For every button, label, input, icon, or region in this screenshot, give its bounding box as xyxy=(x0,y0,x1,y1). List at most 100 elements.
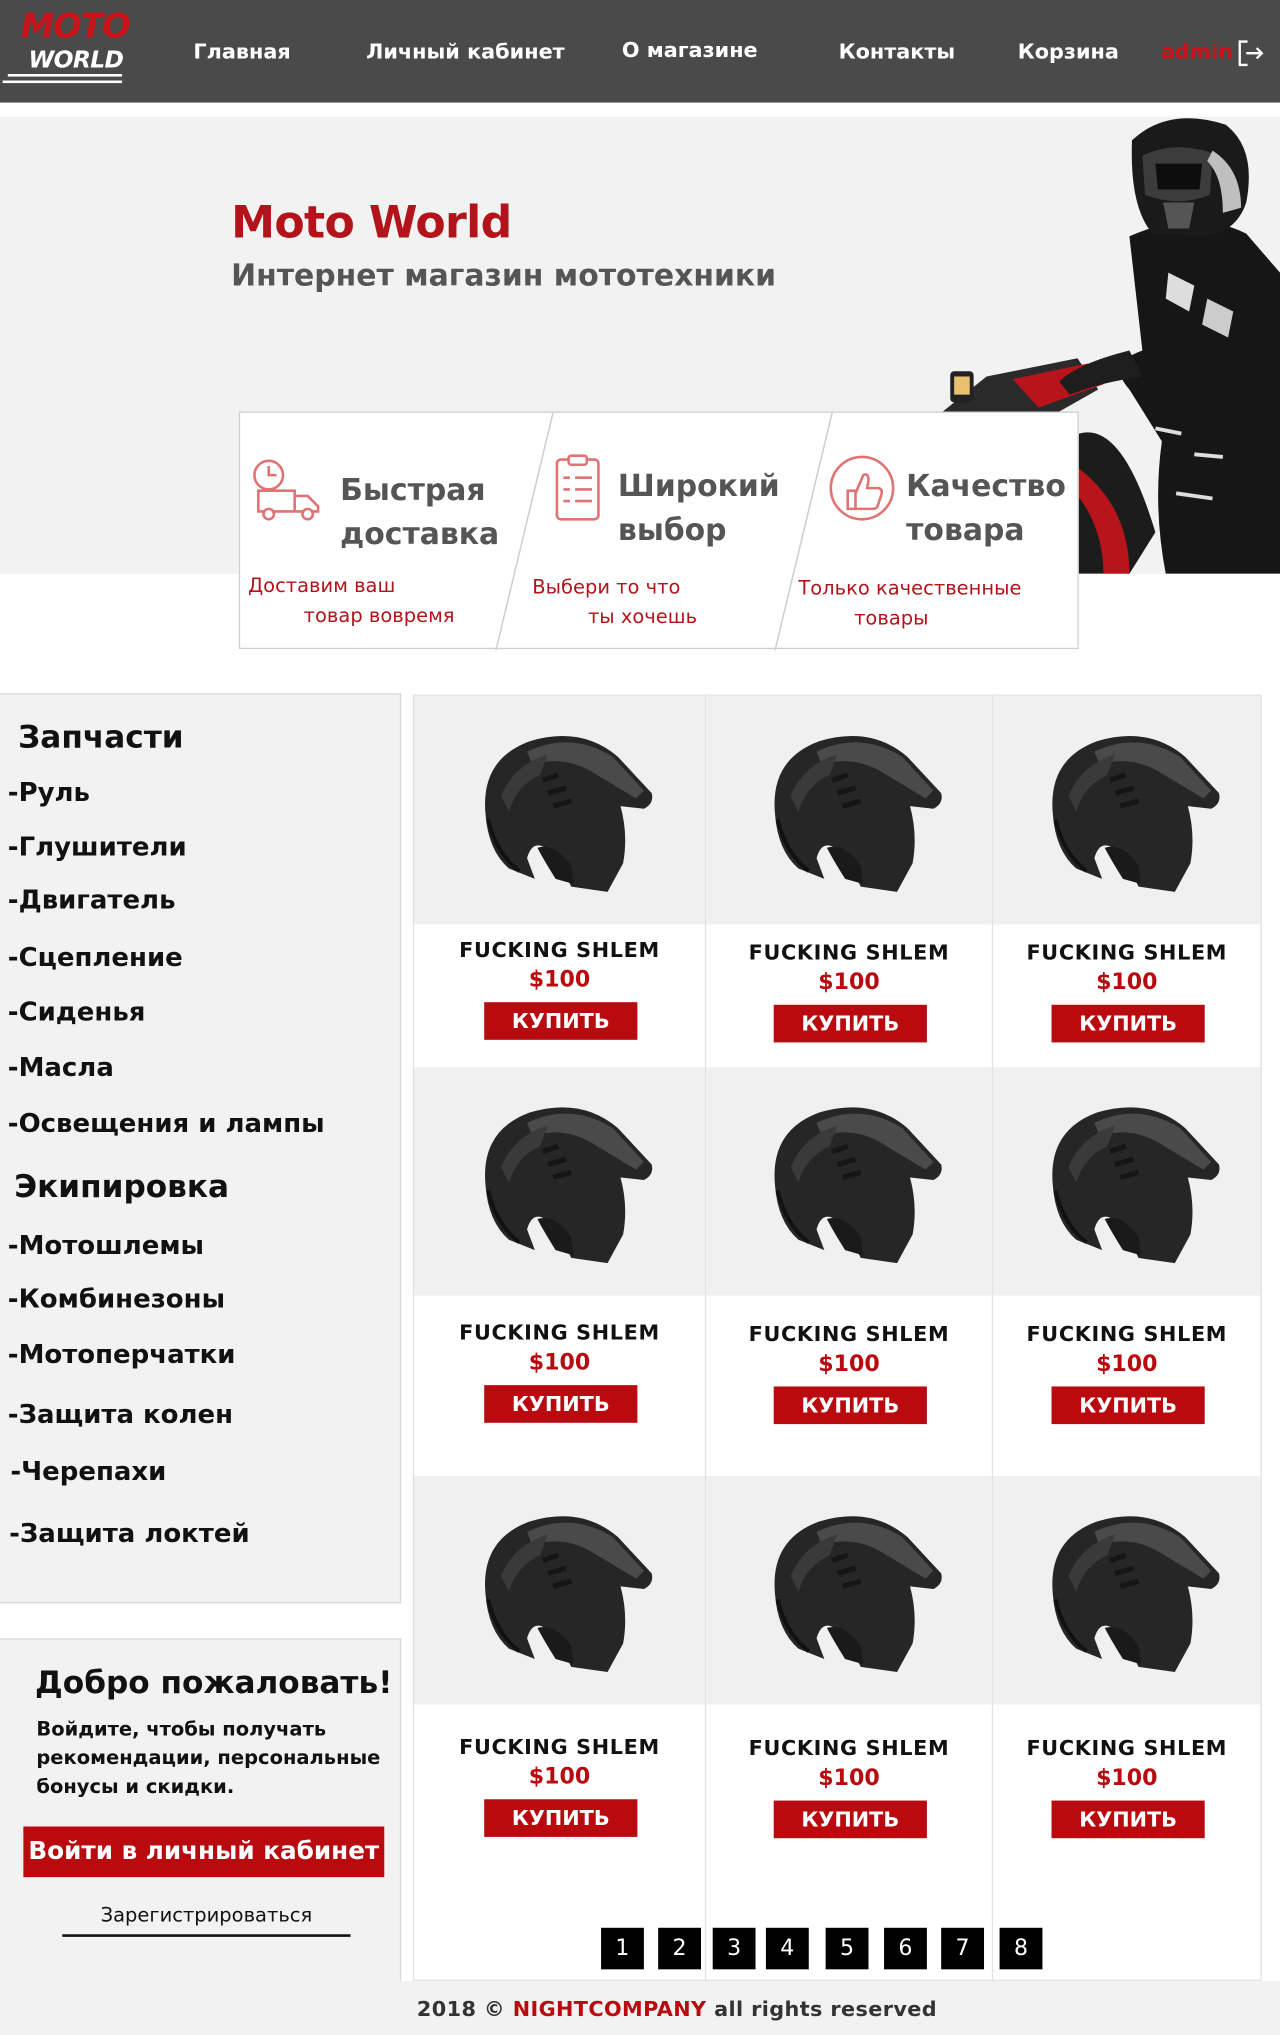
checklist-icon xyxy=(555,454,600,521)
logo-text-top: MOTO xyxy=(20,7,131,47)
product-price: $100 xyxy=(528,967,591,994)
product-card[interactable]: FUCKING SHLEM $100 КУПИТЬ xyxy=(414,1476,705,1980)
product-card[interactable]: FUCKING SHLEM $100 КУПИТЬ xyxy=(706,695,992,1067)
welcome-text: Войдите, чтобы получать рекомендации, пе… xyxy=(36,1717,381,1798)
page-button[interactable]: 1 xyxy=(601,1927,644,1970)
product-card[interactable]: FUCKING SHLEM $100 КУПИТЬ xyxy=(706,1067,992,1475)
helmet-icon xyxy=(752,1503,947,1677)
category-item[interactable]: -Защита колен xyxy=(8,1398,233,1429)
product-price: $100 xyxy=(1096,969,1158,996)
product-name: FUCKING SHLEM xyxy=(748,1321,950,1347)
category-item[interactable]: -Глушители xyxy=(8,831,187,862)
feature-description: Выбери то что ты хочешь xyxy=(532,575,698,629)
logo-stripe xyxy=(7,73,123,77)
product-name: FUCKING SHLEM xyxy=(459,937,660,962)
product-card[interactable]: FUCKING SHLEM $100 КУПИТЬ xyxy=(414,695,705,1067)
product-image[interactable] xyxy=(414,1476,705,1705)
product-image[interactable] xyxy=(706,695,992,925)
category-heading: Экипировка xyxy=(14,1168,230,1205)
product-card[interactable]: FUCKING SHLEM $100 КУПИТЬ xyxy=(993,1476,1261,1980)
buy-button[interactable]: КУПИТЬ xyxy=(773,1004,927,1043)
product-card[interactable]: FUCKING SHLEM $100 КУПИТЬ xyxy=(414,1067,705,1475)
page-button[interactable]: 3 xyxy=(712,1927,756,1970)
buy-button[interactable]: КУПИТЬ xyxy=(1051,1800,1205,1839)
logout-icon[interactable] xyxy=(1235,38,1266,69)
product-price: $100 xyxy=(1096,1351,1158,1378)
login-button[interactable]: Войти в личный кабинет xyxy=(23,1826,385,1878)
helmet-icon xyxy=(1029,1094,1224,1268)
features-panel: Быстрая доставка Доставим ваш товар вовр… xyxy=(238,411,1079,651)
category-item[interactable]: -Защита локтей xyxy=(9,1518,250,1549)
product-price: $100 xyxy=(818,1765,880,1792)
page-button[interactable]: 7 xyxy=(941,1927,985,1970)
category-item[interactable]: -Сцепление xyxy=(8,941,183,972)
logo-text-bottom: WORLD xyxy=(28,46,124,74)
product-image[interactable] xyxy=(414,695,705,925)
feature-title: Качество товара xyxy=(906,469,1066,548)
product-card[interactable]: FUCKING SHLEM $100 КУПИТЬ xyxy=(706,1476,992,1980)
nav-cart[interactable]: Корзина xyxy=(1018,39,1119,64)
page-button[interactable]: 8 xyxy=(999,1927,1043,1970)
page-button[interactable]: 2 xyxy=(658,1927,702,1970)
nav-home[interactable]: Главная xyxy=(193,39,290,64)
helmet-icon xyxy=(462,1503,657,1677)
category-item[interactable]: -Черепахи xyxy=(10,1455,166,1486)
helmet-icon xyxy=(1029,723,1224,897)
welcome-title: Добро пожаловать! xyxy=(35,1664,393,1701)
helmet-icon xyxy=(752,1094,947,1268)
product-price: $100 xyxy=(528,1764,591,1791)
product-image[interactable] xyxy=(993,1476,1261,1705)
product-card[interactable]: FUCKING SHLEM $100 КУПИТЬ xyxy=(993,1067,1261,1475)
product-price: $100 xyxy=(818,1351,880,1378)
category-item[interactable]: -Руль xyxy=(8,776,90,807)
product-image[interactable] xyxy=(706,1067,992,1296)
buy-button[interactable]: КУПИТЬ xyxy=(484,1799,638,1837)
page-button[interactable]: 6 xyxy=(884,1927,927,1970)
user-name[interactable]: admin xyxy=(1161,39,1233,64)
buy-button[interactable]: КУПИТЬ xyxy=(773,1800,927,1839)
delivery-truck-icon xyxy=(253,459,320,521)
product-image[interactable] xyxy=(706,1476,992,1705)
page-button[interactable]: 4 xyxy=(765,1927,809,1970)
category-item[interactable]: -Двигатель xyxy=(8,884,176,915)
product-price: $100 xyxy=(1096,1765,1158,1792)
thumbs-up-icon xyxy=(829,455,895,521)
hero-subtitle: Интернет магазин мототехники xyxy=(231,259,777,294)
category-item[interactable]: -Освещения и лампы xyxy=(8,1107,325,1138)
helmet-icon xyxy=(462,723,657,897)
site-logo[interactable]: MOTO WORLD xyxy=(2,8,131,91)
feature-title: Широкий выбор xyxy=(617,469,780,548)
product-name: FUCKING SHLEM xyxy=(1026,1321,1228,1347)
feature-title: Быстрая доставка xyxy=(340,473,500,552)
footer-company-link[interactable]: NIGHTCOMPANY xyxy=(513,1997,707,2022)
nav-account[interactable]: Личный кабинет xyxy=(366,39,565,64)
footer-rights: all rights reserved xyxy=(714,1996,938,2022)
product-price: $100 xyxy=(818,969,880,996)
category-item[interactable]: -Масла xyxy=(8,1052,114,1083)
buy-button[interactable]: КУПИТЬ xyxy=(484,1385,638,1423)
register-link[interactable]: Зарегистрироваться xyxy=(62,1903,351,1937)
product-name: FUCKING SHLEM xyxy=(1026,1735,1228,1761)
feature-description: Только качественные товары xyxy=(798,576,1022,630)
nav-about[interactable]: О магазине xyxy=(622,38,758,63)
product-image[interactable] xyxy=(993,695,1261,925)
category-heading: Запчасти xyxy=(18,719,184,756)
product-image[interactable] xyxy=(414,1067,705,1296)
page-button[interactable]: 5 xyxy=(825,1927,869,1970)
product-card[interactable]: FUCKING SHLEM $100 КУПИТЬ xyxy=(993,695,1261,1067)
category-item[interactable]: -Мотошлемы xyxy=(8,1229,204,1260)
logo-stripe xyxy=(2,80,123,84)
top-header: MOTO WORLD Главная Личный кабинет О мага… xyxy=(0,0,1280,103)
category-item[interactable]: -Мотоперчатки xyxy=(8,1338,236,1369)
buy-button[interactable]: КУПИТЬ xyxy=(1051,1386,1205,1425)
category-item[interactable]: -Комбинезоны xyxy=(8,1283,225,1314)
buy-button[interactable]: КУПИТЬ xyxy=(773,1386,927,1425)
product-name: FUCKING SHLEM xyxy=(1026,939,1228,965)
product-name: FUCKING SHLEM xyxy=(459,1320,660,1345)
product-image[interactable] xyxy=(993,1067,1261,1296)
buy-button[interactable]: КУПИТЬ xyxy=(484,1002,638,1040)
helmet-icon xyxy=(752,723,947,897)
nav-contacts[interactable]: Контакты xyxy=(839,39,956,64)
buy-button[interactable]: КУПИТЬ xyxy=(1051,1004,1205,1043)
category-item[interactable]: -Сиденья xyxy=(8,996,146,1027)
